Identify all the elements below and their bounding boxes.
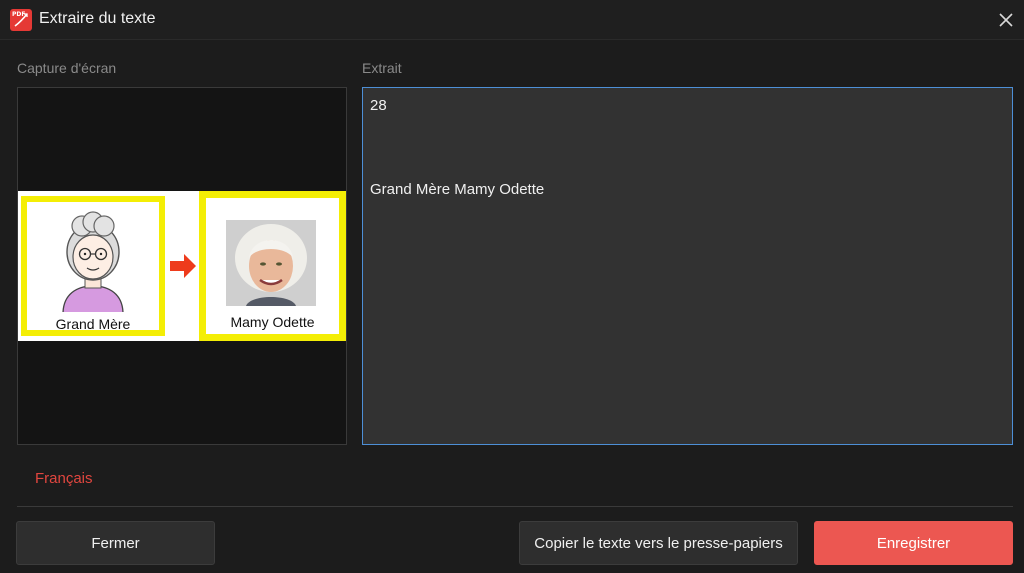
grandmother-card: Grand Mère <box>21 196 165 336</box>
copy-to-clipboard-button[interactable]: Copier le texte vers le presse-papiers <box>519 521 798 565</box>
extracted-line-2: Grand Mère Mamy Odette <box>370 181 545 198</box>
close-window-button[interactable] <box>990 4 1022 36</box>
grandmother-pictogram <box>62 211 124 312</box>
card1-caption: Grand Mère <box>55 316 131 332</box>
capture-label: Capture d'écran <box>17 60 117 76</box>
window-title: Extraire du texte <box>39 10 156 27</box>
close-icon <box>999 13 1013 27</box>
pdf-app-icon: PDF <box>10 9 32 31</box>
extracted-line-1: 28 <box>370 97 387 114</box>
save-button[interactable]: Enregistrer <box>814 521 1013 565</box>
extracted-text-area[interactable]: 28 Grand Mère Mamy Odette <box>362 87 1013 445</box>
captured-image: Grand Mère Mamy Odette <box>18 191 346 341</box>
mamy-odette-card: Mamy Odette <box>199 191 346 341</box>
footer-divider <box>17 506 1013 507</box>
card2-caption: Mamy Odette <box>230 314 315 330</box>
extract-label: Extrait <box>362 60 402 76</box>
close-button[interactable]: Fermer <box>16 521 215 565</box>
portrait-photo <box>226 220 316 306</box>
title-bar: PDF Extraire du texte <box>0 0 1024 40</box>
language-selector[interactable]: Français <box>35 470 93 487</box>
screenshot-preview: Grand Mère Mamy Odette <box>17 87 347 445</box>
arrow-right-icon <box>170 254 196 278</box>
